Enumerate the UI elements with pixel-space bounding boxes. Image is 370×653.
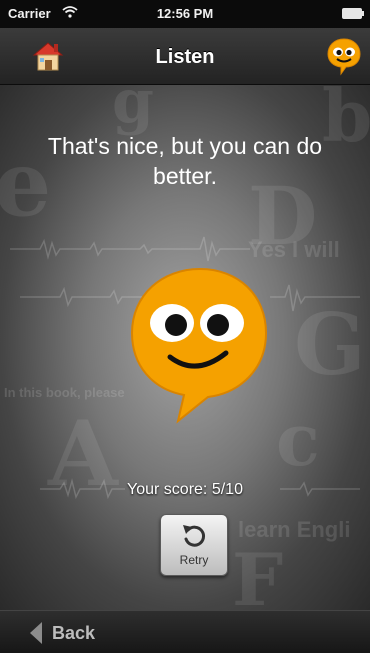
battery-icon <box>342 8 364 19</box>
status-bar: Carrier 12:56 PM <box>0 0 370 28</box>
screen: Carrier 12:56 PM Listen g b e D G A c F … <box>0 0 370 653</box>
score-label: Your score: 5/10 <box>127 481 243 498</box>
retry-button[interactable]: Retry <box>160 514 228 576</box>
mascot-icon <box>327 38 361 76</box>
mascot-button[interactable] <box>324 36 364 76</box>
main-content: g b e D G A c F Yes I will In this book,… <box>0 85 370 610</box>
bottom-toolbar: Back <box>0 610 370 653</box>
mascot-face-icon <box>130 267 268 424</box>
feedback-message: That's nice, but you can do better. <box>47 133 323 189</box>
navigation-bar: Listen <box>0 28 370 85</box>
retry-icon <box>183 525 206 547</box>
page-title: Listen <box>155 46 215 68</box>
back-label: Back <box>52 623 96 643</box>
status-time: 12:56 PM <box>156 6 214 21</box>
retry-label: Retry <box>179 553 209 567</box>
back-arrow-icon <box>30 622 42 644</box>
